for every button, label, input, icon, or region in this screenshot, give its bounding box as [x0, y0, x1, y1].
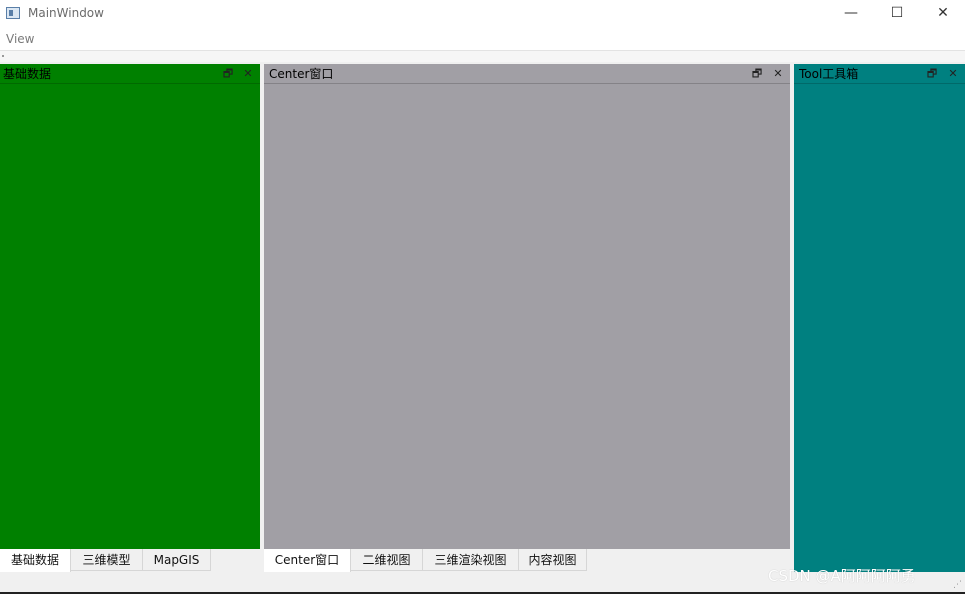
dock-basic-data: 基础数据 🗗 ✕ — [0, 64, 260, 549]
tab-content-view[interactable]: 内容视图 — [519, 549, 587, 571]
dock-title-bar[interactable]: Tool工具箱 🗗 ✕ — [794, 64, 965, 84]
tab-2d-view[interactable]: 二维视图 — [351, 549, 423, 571]
dock-content — [794, 84, 965, 572]
center-dock-tabbar: Center窗口 二维视图 三维渲染视图 内容视图 — [264, 549, 594, 572]
resize-grip-icon[interactable]: ⋰ — [953, 580, 963, 590]
dock-title: Tool工具箱 — [799, 67, 859, 81]
maximize-icon[interactable]: ☐ — [874, 0, 920, 28]
dock-title: 基础数据 — [3, 67, 52, 81]
window-title: MainWindow — [28, 6, 104, 20]
close-icon[interactable]: ✕ — [241, 64, 255, 84]
dock-center-window: Center窗口 🗗 ✕ — [264, 64, 790, 549]
app-window-icon — [6, 7, 20, 19]
float-icon[interactable]: 🗗 — [221, 64, 235, 84]
title-bar: MainWindow — ☐ ✕ — [0, 0, 965, 28]
watermark-text: CSDN @A阿阿阿阿勇 — [768, 567, 916, 585]
close-icon[interactable]: ✕ — [920, 0, 965, 28]
float-icon[interactable]: 🗗 — [750, 64, 764, 84]
dock-toolbox: Tool工具箱 🗗 ✕ — [794, 64, 965, 572]
tab-mapgis[interactable]: MapGIS — [143, 549, 211, 571]
tab-center-window[interactable]: Center窗口 — [264, 549, 351, 572]
tab-3d-model[interactable]: 三维模型 — [71, 549, 143, 571]
close-icon[interactable]: ✕ — [946, 64, 960, 84]
dock-content — [0, 84, 260, 549]
tab-3d-render-view[interactable]: 三维渲染视图 — [423, 549, 519, 571]
menu-bar: View — [0, 28, 965, 50]
left-dock-tabbar: 基础数据 三维模型 MapGIS — [0, 549, 212, 572]
dock-content — [264, 84, 790, 549]
minimize-icon[interactable]: — — [828, 0, 874, 28]
toolbar-area — [0, 50, 965, 62]
float-icon[interactable]: 🗗 — [925, 64, 939, 84]
tab-basic-data[interactable]: 基础数据 — [0, 549, 71, 572]
dock-title-bar[interactable]: 基础数据 🗗 ✕ — [0, 64, 260, 84]
menu-view[interactable]: View — [6, 32, 34, 46]
close-icon[interactable]: ✕ — [771, 64, 785, 84]
dock-title: Center窗口 — [269, 67, 334, 81]
toolbar-grip-icon[interactable] — [2, 55, 4, 57]
dock-title-bar[interactable]: Center窗口 🗗 ✕ — [264, 64, 790, 84]
